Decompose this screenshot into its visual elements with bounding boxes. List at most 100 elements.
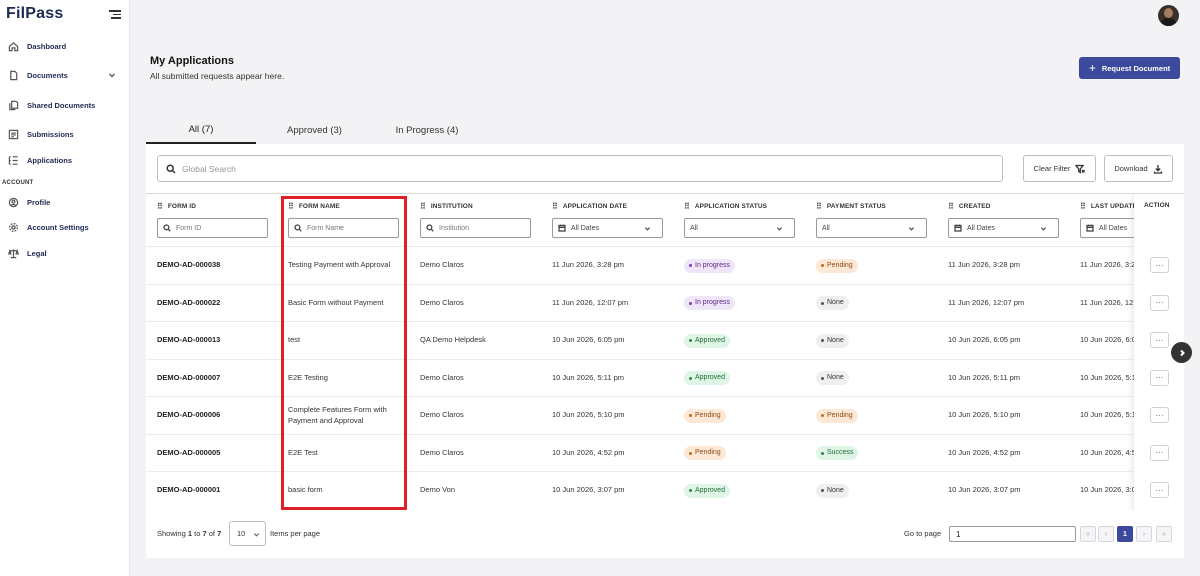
column-header-form-id[interactable]: ⠿ FORM ID [157, 202, 196, 211]
row-action-menu-button[interactable]: ··· [1150, 407, 1169, 423]
status-badge: None [816, 371, 849, 386]
drag-handle-icon[interactable]: ⠿ [1080, 202, 1086, 211]
sidebar-item-submissions[interactable]: Submissions [8, 125, 74, 143]
sidebar-item-applications[interactable]: Applications [8, 151, 72, 169]
column-label: APPLICATION STATUS [694, 203, 768, 210]
drag-handle-icon[interactable]: ⠿ [816, 202, 822, 211]
created-cell-text: 10 Jun 2026, 4:52 pm [948, 447, 1021, 457]
go-to-page-input[interactable]: 1 [949, 526, 1076, 542]
created-cell-text: 10 Jun 2026, 6:05 pm [948, 335, 1021, 345]
row-action-menu-button[interactable]: ··· [1150, 294, 1169, 311]
download-label: Download [1114, 164, 1148, 173]
created-cell: 10 Jun 2026, 6:05 pm [948, 322, 1068, 360]
tab-all[interactable]: All (7) [146, 116, 256, 144]
pagination-summary: Showing 1 to 7 of 7 [157, 529, 221, 538]
institution-cell-text: Demo Von [420, 485, 456, 495]
next-page-button[interactable]: › [1136, 526, 1152, 542]
payment-status-cell: None [816, 285, 936, 323]
account-section-label: ACCOUNT [2, 180, 34, 186]
created-cell-text: 10 Jun 2026, 3:07 pm [948, 485, 1021, 495]
scroll-right-button[interactable] [1171, 342, 1192, 363]
row-action-menu-button[interactable]: ··· [1150, 482, 1169, 498]
status-badge: Approved [684, 371, 730, 386]
institution-cell-text: Demo Claros [420, 447, 464, 457]
created-filter[interactable]: All Dates [948, 218, 1059, 238]
menu-toggle-icon[interactable] [109, 10, 121, 19]
app-logo[interactable]: FilPass [6, 5, 63, 23]
sidebar-item-legal[interactable]: Legal [8, 244, 47, 262]
payment-status-cell: None [816, 360, 936, 398]
drag-handle-icon[interactable]: ⠿ [552, 202, 558, 211]
application-status-filter[interactable]: All [684, 218, 795, 238]
user-avatar[interactable] [1158, 5, 1179, 26]
sidebar-item-label: Dashboard [27, 41, 67, 51]
sidebar-item-profile[interactable]: Profile [8, 193, 50, 211]
application-date-cell: 10 Jun 2026, 5:10 pm [552, 397, 672, 435]
download-button[interactable]: Download [1104, 155, 1173, 182]
row-action-menu-button[interactable]: ··· [1150, 332, 1169, 348]
search-icon [426, 224, 434, 232]
column-header-application-date[interactable]: ⠿ APPLICATION DATE [552, 202, 627, 211]
application-date-cell-text: 10 Jun 2026, 5:10 pm [552, 410, 625, 420]
application-date-cell: 10 Jun 2026, 6:05 pm [552, 322, 672, 360]
row-action-menu-button[interactable]: ··· [1150, 369, 1169, 386]
column-header-created[interactable]: ⠿ CREATED [948, 202, 991, 211]
tab-in-progress[interactable]: In Progress (4) [373, 116, 481, 144]
institution-cell: Demo Claros [420, 435, 540, 473]
tab-approved[interactable]: Approved (3) [256, 116, 373, 144]
form-id-filter[interactable]: Form ID [157, 218, 268, 238]
clear-filter-button[interactable]: Clear Filter [1023, 155, 1096, 182]
status-badge: None [816, 333, 849, 348]
first-page-button[interactable]: « [1080, 526, 1096, 542]
home-icon [8, 41, 19, 51]
created-cell-text: 10 Jun 2026, 5:10 pm [948, 410, 1021, 420]
global-search-input[interactable] [182, 163, 982, 174]
page-1-button[interactable]: 1 [1117, 526, 1133, 542]
sidebar-item-shared-documents[interactable]: Shared Documents [8, 96, 95, 114]
payment-status-cell: None [816, 322, 936, 360]
created-cell-text: 11 Jun 2026, 12:07 pm [948, 297, 1025, 307]
status-badge: Pending [816, 408, 858, 423]
drag-handle-icon[interactable]: ⠿ [157, 202, 163, 211]
drag-handle-icon[interactable]: ⠿ [684, 202, 690, 211]
last-page-button[interactable]: » [1156, 526, 1172, 542]
created-cell: 10 Jun 2026, 3:07 pm [948, 472, 1068, 510]
column-header-last-updated[interactable]: ⠿ LAST UPDATED [1080, 202, 1142, 211]
row-action-menu-button[interactable]: ··· [1150, 257, 1169, 273]
global-search[interactable] [157, 155, 1003, 182]
prev-page-button[interactable]: ‹ [1098, 526, 1114, 542]
user-icon [8, 197, 19, 207]
institution-cell-text: Demo Claros [420, 410, 464, 420]
page-size-select[interactable]: 10 [229, 521, 266, 546]
payment-status-cell: Pending [816, 247, 936, 285]
request-document-button[interactable]: + Request Document [1079, 57, 1180, 79]
payment-status-cell: Success [816, 435, 936, 473]
sidebar-item-account-settings[interactable]: Account Settings [8, 218, 89, 236]
payment-status-filter[interactable]: All [816, 218, 927, 238]
application-status-cell: Pending [684, 397, 804, 435]
payment-status-cell: None [816, 472, 936, 510]
form-id-cell: DEMO-AD-000013 [157, 322, 277, 360]
application-date-cell-text: 10 Jun 2026, 4:52 pm [552, 447, 625, 457]
calendar-icon [1086, 224, 1094, 232]
column-header-application-status[interactable]: ⠿ APPLICATION STATUS [684, 202, 767, 211]
sidebar-item-label: Applications [27, 155, 73, 165]
calendar-icon [558, 224, 566, 232]
chevron-down-icon [776, 227, 783, 231]
search-icon [166, 163, 176, 174]
column-header-institution[interactable]: ⠿ INSTITUTION [420, 202, 473, 211]
drag-handle-icon[interactable]: ⠿ [420, 202, 426, 211]
form-id-cell-text: DEMO-AD-000001 [157, 485, 221, 495]
row-action-menu-button[interactable]: ··· [1150, 444, 1169, 461]
chevron-down-icon[interactable] [108, 71, 116, 79]
column-label: ACTION [1144, 202, 1170, 209]
column-header-payment-status[interactable]: ⠿ PAYMENT STATUS [816, 202, 886, 211]
sidebar-item-dashboard[interactable]: Dashboard [8, 37, 66, 55]
application-date-filter[interactable]: All Dates [552, 218, 663, 238]
sidebar-item-documents[interactable]: Documents [8, 66, 123, 84]
drag-handle-icon[interactable]: ⠿ [948, 202, 954, 211]
status-badge: Success [816, 446, 859, 461]
clear-filter-label: Clear Filter [1033, 164, 1071, 173]
form-id-cell-text: DEMO-AD-000038 [157, 260, 221, 270]
institution-filter[interactable]: Institution [420, 218, 531, 238]
